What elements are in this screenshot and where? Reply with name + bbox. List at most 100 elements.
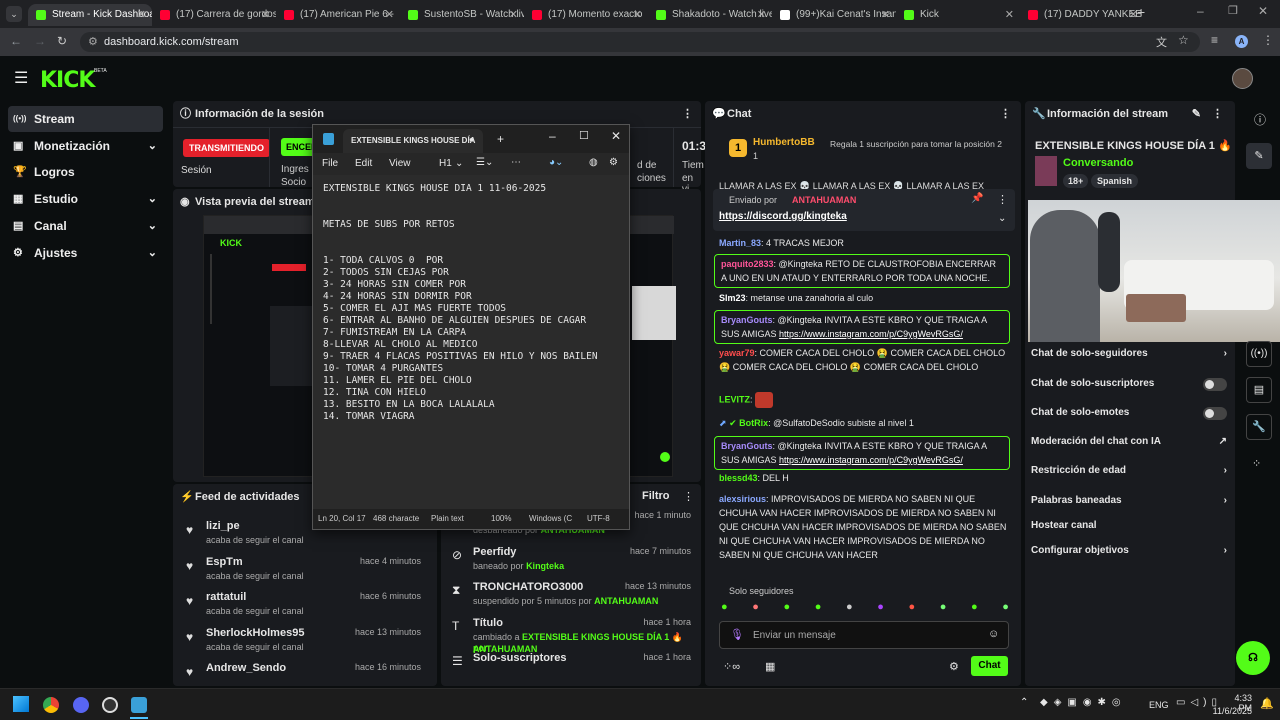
chat-username[interactable]: paquito2833 [721,259,774,269]
restore-button[interactable]: ❐ [1228,4,1238,17]
feed-user[interactable]: Andrew_Sendo [206,662,286,674]
feed-user[interactable]: rattatuil [206,591,246,603]
back-icon[interactable]: ← [10,34,22,48]
setting-chat-de-solo-suscriptores[interactable]: Chat de solo-suscriptores [1031,374,1227,394]
close-window-button[interactable]: ✕ [1258,4,1268,18]
modlog-more-icon[interactable]: ⋮ [683,490,694,503]
hamburger-menu-icon[interactable]: ☰ [14,68,28,88]
emote-icon[interactable]: ● [815,601,822,615]
notepad-new-tab-button[interactable]: + [497,132,504,146]
layout-icon[interactable]: ▤ [1246,377,1272,403]
close-tab-icon[interactable]: ✕ [633,4,642,26]
notepad-window[interactable]: EXTENSIBLE KINGS HOUSE DÍA ● + – ☐ ✕ Fil… [312,124,630,530]
setting-moderaci-n-del-chat-con-ia[interactable]: Moderación del chat con IA ↗ [1031,432,1227,452]
setting-restricci-n-de-edad[interactable]: Restricción de edad › [1031,461,1227,481]
edit-pencil-icon[interactable]: ✎ [1192,101,1201,127]
close-tab-icon[interactable]: ✕ [881,4,890,26]
menu-file[interactable]: File [322,158,338,169]
menu-view[interactable]: View [389,158,411,169]
windows-start-icon[interactable] [13,696,29,712]
feed-user[interactable]: EspTm [206,556,243,568]
chat-username[interactable]: blessd43 [719,473,758,483]
session-more-icon[interactable]: ⋮ [682,101,693,127]
setting-hostear-canal[interactable]: Hostear canal [1031,516,1227,536]
more-format-icon[interactable]: ⋯ [511,157,521,168]
feed-user[interactable]: SherlockHolmes95 [206,627,304,639]
close-tab-icon[interactable]: ✕ [1005,4,1014,26]
emote-menu-icon[interactable]: ⁘∞ [723,660,740,673]
notepad-close[interactable]: ✕ [611,129,621,143]
language-indicator[interactable]: ENG [1149,700,1169,710]
setting-configurar-objetivos[interactable]: Configurar objetivos › [1031,541,1227,561]
discord-icon[interactable] [73,697,89,713]
chat-username[interactable]: BotRix [739,418,768,428]
copilot-icon[interactable]: ◕⌄ [549,157,563,168]
forward-icon[interactable]: → [34,34,46,48]
pinned-link[interactable]: https://discord.gg/kingteka [719,211,847,222]
emote-icon[interactable]: ● [1002,601,1009,615]
account-icon[interactable]: ◍ [589,157,598,168]
close-tab-icon[interactable]: ✕ [757,4,766,26]
chat-username[interactable]: BryanGouts [721,441,773,451]
browser-tab[interactable]: (17) Carrera de gordos ✕ [152,4,276,26]
site-info-icon[interactable]: ⚙ [88,32,98,52]
chat-username[interactable]: Slm23 [719,293,746,303]
setting-chat-de-solo-emotes[interactable]: Chat de solo-emotes [1031,403,1227,423]
mod-target[interactable]: Solo-suscriptores [473,652,567,664]
notepad-settings-icon[interactable]: ⚙ [609,157,618,168]
browser-tab[interactable]: (17) DADDY YANKEE ✕ [1020,4,1144,26]
kick-logo[interactable]: KICK [40,68,95,93]
setting-chat-de-solo-seguidores[interactable]: Chat de solo-seguidores › [1031,344,1227,364]
list-format-icon[interactable]: ☰⌄ [476,157,493,168]
sidebar-item-canal[interactable]: ▤ Canal ⌄ [8,213,163,239]
tab-search-icon[interactable]: ⌄ [6,6,22,22]
streaminfo-more-icon[interactable]: ⋮ [1212,101,1223,127]
pinned-more-icon[interactable]: ⋮ [997,193,1008,206]
heading-chevron-icon[interactable]: ⌄ [455,158,463,169]
sidebar-item-estudio[interactable]: ▦ Estudio ⌄ [8,186,163,212]
user-avatar[interactable] [1232,68,1253,89]
mod-actor[interactable]: ANTAHUAMAN [594,596,658,606]
sidebar-item-ajustes[interactable]: ⚙ Ajustes ⌄ [8,240,163,266]
chat-username[interactable]: BryanGouts [721,315,773,325]
browser-tab[interactable]: Kick ✕ [896,4,1020,26]
emoji-icon[interactable]: ☺ [988,628,999,640]
browser-tab[interactable]: (17) American Pie 6 - ✕ [276,4,400,26]
browser-tab[interactable]: (17) Momento exacto ✕ [524,4,648,26]
emote-icon[interactable]: ● [784,601,791,615]
emote-icon[interactable]: ● [752,601,759,615]
close-tab-icon[interactable]: ✕ [261,4,270,26]
expand-chevron-icon[interactable]: ⌄ [998,213,1006,224]
chat-username[interactable]: alexsirious [719,494,766,504]
reading-list-icon[interactable]: ≡ [1211,33,1218,47]
mod-target[interactable]: Título [473,617,503,629]
sidebar-item-logros[interactable]: 🏆 Logros [8,159,163,185]
filter-button[interactable]: Filtro [642,490,670,502]
notification-bell-icon[interactable]: 🔔 [1260,697,1274,710]
feed-user[interactable]: lizi_pe [206,520,240,532]
tool-icon[interactable]: 🔧 [1246,414,1272,440]
notepad-tab[interactable]: EXTENSIBLE KINGS HOUSE DÍA ● [343,129,483,153]
mod-target[interactable]: Peerfidy [473,546,516,558]
profile-avatar[interactable]: A [1235,35,1248,48]
close-tab-icon[interactable]: ✕ [385,4,394,26]
broadcast-icon[interactable]: ((•)) [1246,341,1272,367]
browser-menu-icon[interactable]: ⋮ [1262,33,1274,47]
notepad-maximize[interactable]: ☐ [579,129,589,142]
sidebar-item-stream[interactable]: ((•)) Stream [8,106,163,132]
new-tab-button[interactable]: + [1137,4,1145,20]
heading-dropdown[interactable]: H1 [439,158,452,169]
browser-tab[interactable]: (99+)Kai Cenat's Insane ✕ [772,4,896,26]
browser-tab[interactable]: Stream - Kick Dashboard✕ [28,4,152,26]
bookmark-star-icon[interactable]: ☆ [1178,33,1189,47]
tray-chevron-icon[interactable]: ⌃ [1020,697,1028,708]
browser-tab[interactable]: SustentoSB - Watch live ✕ [400,4,524,26]
info-icon[interactable]: ⓘ [1254,111,1266,128]
chat-settings-icon[interactable]: ⚙ [949,660,959,673]
pinned-message[interactable]: Enviado por ANTAHUAMAN 📌 ⋮ https://disco… [713,189,1015,231]
chat-more-icon[interactable]: ⋮ [1000,101,1011,127]
chrome-icon[interactable] [43,697,59,713]
chat-username[interactable]: LEVITZ [719,394,750,404]
support-chat-button[interactable]: ☊ [1236,641,1270,675]
notepad-taskbar-icon[interactable] [131,697,147,713]
